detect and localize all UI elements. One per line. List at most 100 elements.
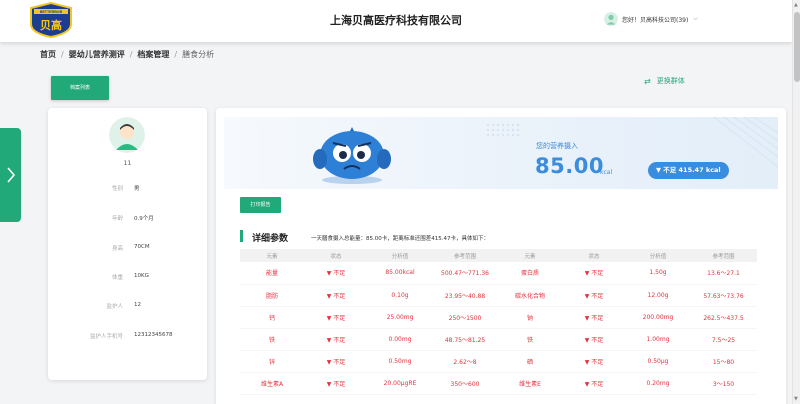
nutrient-reference: 250～1500 [432,306,498,329]
profile-label: 体重 [111,275,123,281]
profile-value: 10KG [134,273,149,279]
nutrient-name: 锌 [240,350,304,373]
profile-label: 性别 [111,186,123,192]
profile-label: 监护人 [106,304,123,310]
section-accent-bar [240,230,243,242]
profile-value: 12 [134,302,141,308]
header-element: 元素 [240,249,304,262]
nutrient-reference: 23.95～40.88 [432,284,498,307]
breadcrumb: 首页 / 婴幼儿营养测评 / 档案管理 / 膳食分析 [40,49,214,60]
detail-section-description: 一天膳食摄入总能量：85.00卡，距离标准还围差415.47卡，具体如下： [311,236,489,242]
nutrient-status: ▼ 不足 [562,284,626,307]
sad-mascot-icon [313,127,391,184]
header-value: 分析值 [368,249,432,262]
nutrient-status: ▼ 不足 [304,262,368,285]
nutrient-reference: 350～600 [432,372,498,395]
nutrient-status: ▼ 不足 [562,328,626,351]
nutrient-value: 25.00mg [368,306,432,329]
nutrient-name: 铁 [498,328,562,351]
nutrient-value: 1.50g [626,262,690,285]
nutrient-name: 钠 [498,306,562,329]
nutrient-name: 蛋白质 [498,262,562,285]
nutrient-value: 0.50mg [368,350,432,373]
energy-deficit-badge: ▼ 不足 415.47 kcal [648,162,729,179]
nutrient-value: 20.00μgRE [368,372,432,395]
nutrient-value: 0.10g [368,284,432,307]
detail-section-title: 详细参数 [252,234,289,244]
scroll-thumb[interactable] [794,12,800,82]
archive-list-button[interactable]: 档案列表 [51,76,109,100]
page-scrollbar[interactable]: ▲ ▼ [792,0,800,404]
table-row: 维生素A ▼ 不足 20.00μgRE 350～600 维生素E ▼ 不足 0.… [240,372,757,395]
breadcrumb-nutrition-eval[interactable]: 婴幼儿营养测评 [69,49,125,60]
table-header-row: 元素 状态 分析值 参考范围 元素 状态 分析值 参考范围 [240,249,757,262]
nutrient-reference: 2.62～8 [432,350,498,373]
sidebar-expand-tab[interactable] [0,128,21,222]
energy-intake-unit: kcal [600,169,613,176]
nutrient-status: ▼ 不足 [562,262,626,285]
energy-intake-label: 您的营养摄入 [536,142,578,150]
scroll-up-arrow-icon[interactable]: ▲ [794,2,798,8]
child-profile-card: 11 性别 男 年龄 0.9个月 身高 70CM 体重 10KG 监护人 12 … [48,108,207,380]
nutrient-status: ▼ 不足 [304,284,368,307]
nutrient-status: ▼ 不足 [562,372,626,395]
nutrient-name: 钙 [240,306,304,329]
nutrient-value: 0.00mg [368,328,432,351]
nutrient-name: 碳水化合物 [498,284,562,307]
diet-analysis-card: 您的营养摄入 85.00 kcal ▼ 不足 415.47 kcal 打印报告 … [216,108,786,404]
table-row: 能量 ▼ 不足 85.00kcal 500.47～771.36 蛋白质 ▼ 不足… [240,262,757,285]
chevron-right-icon [6,167,15,183]
breadcrumb-current: 膳食分析 [182,50,215,59]
header-status: 状态 [562,249,626,262]
nutrient-reference: 15～80 [690,350,757,373]
profile-value: 0.9个月 [134,216,154,222]
nutrient-status: ▼ 不足 [304,306,368,329]
print-report-button[interactable]: 打印报告 [240,197,281,213]
user-menu[interactable]: 您好！贝高科技公司(39) ⌵ [604,12,698,26]
switch-group-label: 更换群体 [656,77,685,85]
child-name: 11 [123,160,132,167]
nutrient-reference: 48.75～81.25 [432,328,498,351]
breadcrumb-archive-management[interactable]: 档案管理 [137,49,169,60]
header-reference: 参考范围 [432,249,498,262]
breadcrumb-separator: / [129,50,133,59]
table-row: 脂肪 ▼ 不足 0.10g 23.95～40.88 碳水化合物 ▼ 不足 12.… [240,284,757,307]
table-row: 钙 ▼ 不足 25.00mg 250～1500 钠 ▼ 不足 200.00mg … [240,306,757,329]
table-row: 铁 ▼ 不足 0.00mg 48.75～81.25 铁 ▼ 不足 1.00mg … [240,328,757,351]
decorative-dots-icon [487,124,519,136]
chevron-down-icon[interactable]: ⌵ [693,15,698,23]
nutrient-status: ▼ 不足 [304,372,368,395]
nutrient-name: 维生素E [498,372,562,395]
nutrient-name: 铁 [240,328,304,351]
user-greeting: 您好！贝高科技公司(39) [622,16,689,24]
profile-value: 70CM [134,244,150,250]
nutrient-name: 硒 [498,350,562,373]
nutrient-value: 1.00mg [626,328,690,351]
nutrient-reference: 7.5～25 [690,328,757,351]
nutrient-value: 12.00g [626,284,690,307]
user-avatar-icon [604,12,618,26]
nutrient-status: ▼ 不足 [304,350,368,373]
nutrient-name: 维生素A [240,372,304,395]
nutrient-value: 0.20mg [626,372,690,395]
nutrient-value: 85.00kcal [368,262,432,285]
top-header: BETTERBOB 贝高 上海贝高医疗科技有限公司 您好！贝高科技公司(39) … [0,0,792,42]
scroll-down-arrow-icon[interactable]: ▼ [794,396,798,402]
nutrient-reference: 262.5～437.5 [690,306,757,329]
switch-group-button[interactable]: ⇄ 更换群体 [644,76,685,86]
profile-label: 身高 [111,246,123,252]
nutrient-reference: 13.6～27.1 [690,262,757,285]
header-value: 分析值 [626,249,690,262]
nutrient-value: 200.00mg [626,306,690,329]
swap-arrows-icon: ⇄ [644,76,651,86]
profile-label: 监护人手机号 [89,334,123,340]
header-status: 状态 [304,249,368,262]
nutrient-value: 0.50μg [626,350,690,373]
table-row: 锌 ▼ 不足 0.50mg 2.62～8 硒 ▼ 不足 0.50μg 15～80 [240,350,757,373]
header-element: 元素 [498,249,562,262]
child-avatar-icon [109,117,145,153]
breadcrumb-home[interactable]: 首页 [40,49,56,60]
nutrient-name: 脂肪 [240,284,304,307]
nutrient-detail-table: 元素 状态 分析值 参考范围 元素 状态 分析值 参考范围 能量 ▼ 不足 85… [240,249,757,395]
profile-label: 年龄 [111,216,123,222]
